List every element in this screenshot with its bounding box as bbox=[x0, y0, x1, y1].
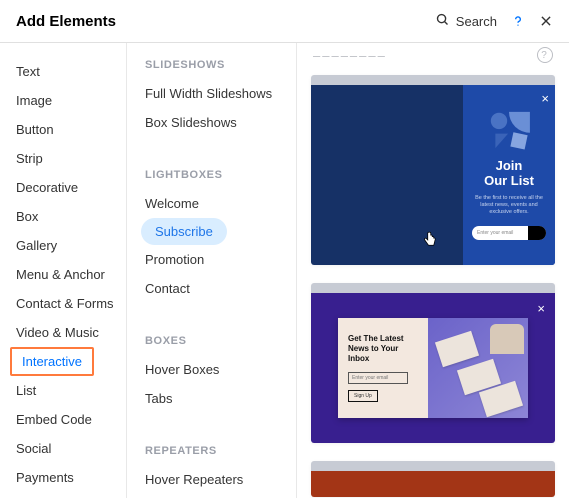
nav-item-decorative[interactable]: Decorative bbox=[16, 173, 78, 202]
subnav-welcome[interactable]: Welcome bbox=[141, 189, 286, 218]
lightbox-preview-1[interactable]: × Join Our List Be the first to receive … bbox=[311, 75, 555, 265]
preview-3-body bbox=[311, 471, 555, 497]
search-button[interactable]: Search bbox=[435, 12, 497, 30]
header-actions: Search bbox=[435, 12, 553, 30]
preview-1-body: × Join Our List Be the first to receive … bbox=[311, 85, 555, 265]
secondary-nav: SLIDESHOWS Full Width Slideshows Box Sli… bbox=[127, 43, 297, 498]
lightbox-preview-3[interactable] bbox=[311, 461, 555, 497]
group-label-slideshows: SLIDESHOWS bbox=[145, 59, 286, 71]
panel-title: Add Elements bbox=[16, 13, 116, 30]
subnav-promotion[interactable]: Promotion bbox=[141, 245, 286, 274]
preview-1-title: Join Our List bbox=[484, 158, 534, 189]
preview-1-email-input: Enter your email bbox=[472, 226, 546, 240]
preview-1-input-placeholder: Enter your email bbox=[472, 226, 528, 240]
search-icon bbox=[435, 12, 450, 30]
panel-body: Text Image Button Strip Decorative Box G… bbox=[0, 43, 569, 498]
close-icon: × bbox=[537, 301, 545, 316]
nav-item-text[interactable]: Text bbox=[16, 57, 40, 86]
nav-item-box[interactable]: Box bbox=[16, 202, 38, 231]
nav-item-strip[interactable]: Strip bbox=[16, 144, 43, 173]
preview-2-image-side bbox=[428, 318, 528, 418]
nav-item-list[interactable]: List bbox=[16, 376, 36, 405]
info-icon[interactable]: ? bbox=[537, 47, 553, 63]
preview-2-text-side: Get The Latest News to Your Inbox Enter … bbox=[338, 318, 428, 418]
preview-column: –––––––– ? × bbox=[297, 43, 569, 498]
help-button[interactable] bbox=[511, 14, 525, 28]
preview-1-backdrop bbox=[311, 85, 463, 265]
preview-browser-bar bbox=[311, 75, 555, 85]
preview-browser-bar bbox=[311, 461, 555, 471]
preview-2-card: Get The Latest News to Your Inbox Enter … bbox=[338, 318, 528, 418]
hands-icon bbox=[490, 324, 524, 354]
nav-item-video-music[interactable]: Video & Music bbox=[16, 318, 99, 347]
group-label-repeaters: REPEATERS bbox=[145, 445, 286, 457]
lightbox-preview-2[interactable]: × Get The Latest News to Your Inbox Ente… bbox=[311, 283, 555, 443]
group-label-lightboxes: LIGHTBOXES bbox=[145, 169, 286, 181]
nav-item-social[interactable]: Social bbox=[16, 434, 51, 463]
nav-item-embed-code[interactable]: Embed Code bbox=[16, 405, 92, 434]
abstract-shapes-icon bbox=[486, 110, 532, 150]
subnav-hover-boxes[interactable]: Hover Boxes bbox=[141, 355, 286, 384]
preview-browser-bar bbox=[311, 283, 555, 293]
cursor-hand-icon bbox=[421, 229, 439, 251]
truncated-heading-row: –––––––– ? bbox=[311, 43, 555, 75]
nav-item-content-manager[interactable]: Content Manager bbox=[16, 492, 116, 498]
preview-2-email-input: Enter your email bbox=[348, 372, 408, 384]
preview-2-body: × Get The Latest News to Your Inbox Ente… bbox=[311, 293, 555, 443]
preview-1-panel: × Join Our List Be the first to receive … bbox=[463, 85, 555, 265]
envelope-icon bbox=[435, 331, 479, 367]
nav-item-menu-anchor[interactable]: Menu & Anchor bbox=[16, 260, 105, 289]
subnav-box-slideshows[interactable]: Box Slideshows bbox=[141, 108, 286, 137]
primary-nav: Text Image Button Strip Decorative Box G… bbox=[0, 43, 127, 498]
nav-item-interactive[interactable]: Interactive bbox=[10, 347, 94, 376]
nav-item-button[interactable]: Button bbox=[16, 115, 54, 144]
subnav-full-width-slideshows[interactable]: Full Width Slideshows bbox=[141, 79, 286, 108]
nav-item-contact-forms[interactable]: Contact & Forms bbox=[16, 289, 114, 318]
truncated-heading: –––––––– bbox=[313, 48, 387, 63]
subnav-subscribe[interactable]: Subscribe bbox=[141, 218, 227, 245]
nav-item-gallery[interactable]: Gallery bbox=[16, 231, 57, 260]
subnav-tabs[interactable]: Tabs bbox=[141, 384, 286, 413]
panel-header: Add Elements Search bbox=[0, 0, 569, 43]
preview-2-title: Get The Latest News to Your Inbox bbox=[348, 334, 418, 364]
nav-item-payments[interactable]: Payments bbox=[16, 463, 74, 492]
preview-1-submit-button bbox=[528, 226, 546, 240]
search-label: Search bbox=[456, 14, 497, 29]
subnav-contact[interactable]: Contact bbox=[141, 274, 286, 303]
subnav-hover-repeaters[interactable]: Hover Repeaters bbox=[141, 465, 286, 494]
close-button[interactable] bbox=[539, 14, 553, 28]
preview-1-subtitle: Be the first to receive all the latest n… bbox=[469, 195, 549, 216]
preview-2-signup-button: Sign Up bbox=[348, 390, 378, 402]
nav-item-image[interactable]: Image bbox=[16, 86, 52, 115]
group-label-boxes: BOXES bbox=[145, 335, 286, 347]
close-icon: × bbox=[541, 91, 549, 106]
